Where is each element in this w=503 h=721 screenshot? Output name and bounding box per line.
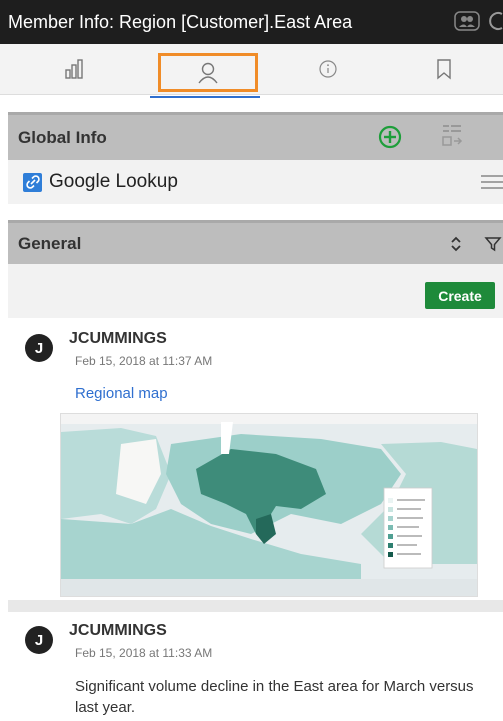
create-button[interactable]: Create (425, 282, 495, 309)
comment-text: Significant volume decline in the East a… (75, 678, 474, 716)
map-image[interactable] (60, 413, 478, 597)
avatar: J (25, 334, 53, 362)
person-icon (198, 62, 218, 83)
tab-bar (0, 44, 503, 95)
menu-icon[interactable] (481, 174, 503, 195)
comment-author: JCUMMINGS (69, 330, 167, 347)
titlebar-icons (453, 10, 503, 37)
close-icon[interactable] (489, 10, 503, 37)
comment-author: JCUMMINGS (69, 622, 167, 639)
regional-map-link[interactable]: Regional map (75, 385, 168, 402)
comment-timestamp: Feb 15, 2018 at 11:37 AM (75, 354, 213, 368)
info-icon (318, 60, 337, 78)
window-title: Member Info: Region [Customer].East Area (8, 11, 353, 32)
general-header: General (8, 220, 503, 264)
add-icon[interactable] (378, 125, 402, 154)
avatar: J (25, 626, 53, 654)
tab-bookmark[interactable] (385, 44, 503, 94)
comment-timestamp: Feb 15, 2018 at 11:33 AM (75, 646, 213, 660)
filter-icon[interactable] (484, 235, 502, 258)
window-titlebar: Member Info: Region [Customer].East Area (0, 0, 503, 44)
active-tab-underline (150, 96, 260, 98)
general-title: General (18, 233, 82, 253)
collaborate-icon[interactable] (453, 10, 481, 37)
tab-info[interactable] (270, 44, 385, 94)
global-info-header: Global Info (8, 112, 503, 160)
google-lookup-link[interactable]: Google Lookup (49, 171, 178, 193)
bar-chart-icon (65, 59, 83, 79)
comment-divider (8, 600, 503, 612)
global-info-item[interactable]: Google Lookup (8, 160, 503, 204)
global-info-title: Global Info (18, 127, 107, 147)
sort-icon[interactable] (450, 235, 462, 258)
tab-chart[interactable] (0, 44, 150, 94)
layout-icon[interactable] (440, 123, 464, 154)
bookmark-icon (437, 59, 451, 80)
link-icon (23, 172, 42, 192)
tab-person[interactable] (158, 53, 258, 92)
